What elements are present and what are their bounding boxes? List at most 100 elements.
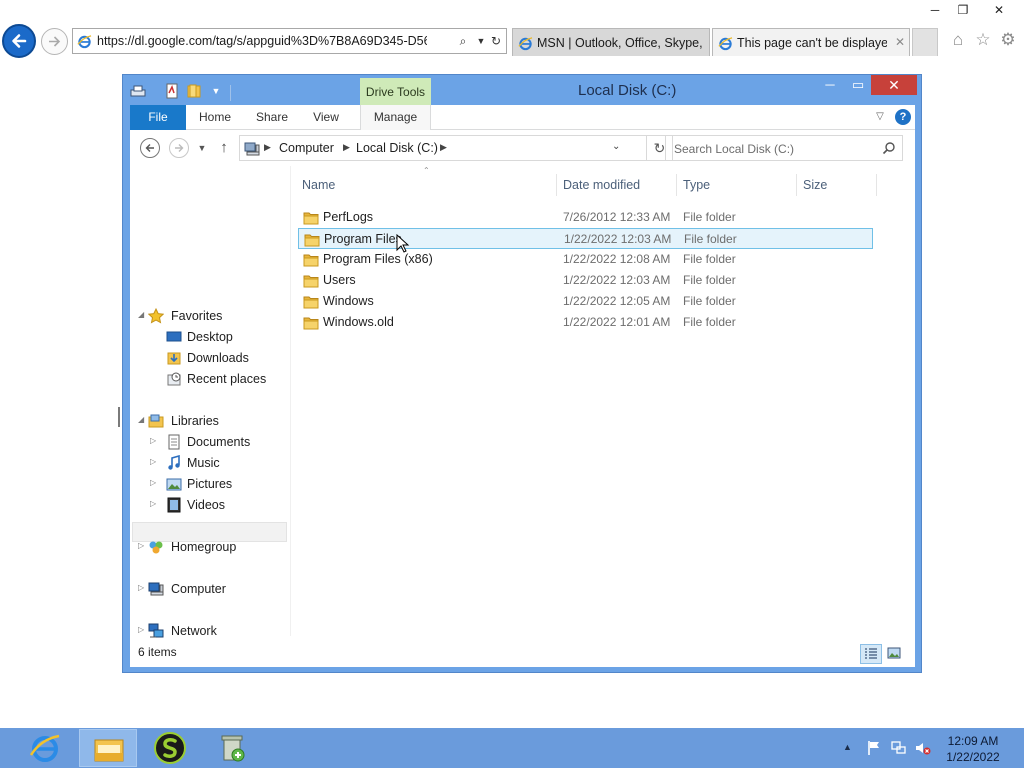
column-header-date-modified[interactable]: Date modified xyxy=(563,174,673,196)
expand-caret-icon[interactable]: ▷ xyxy=(150,478,156,487)
column-divider[interactable] xyxy=(876,174,877,196)
tab-file[interactable]: File xyxy=(130,105,186,130)
breadcrumb-local-disk[interactable]: Local Disk (C:) xyxy=(356,141,438,155)
tab-share[interactable]: Share xyxy=(248,105,296,130)
expand-ribbon-chevron-icon[interactable]: ▽ xyxy=(872,109,888,125)
customize-toolbar-dropdown[interactable]: ▼ xyxy=(208,83,224,99)
properties-icon[interactable] xyxy=(130,83,146,99)
chevron-down-icon[interactable]: ▼ xyxy=(473,33,489,49)
gear-icon[interactable]: ⚙ xyxy=(997,29,1019,51)
address-history-dropdown-icon[interactable]: ⌄ xyxy=(612,141,620,152)
file-row[interactable]: PerfLogs 7/26/2012 12:33 AM File folder xyxy=(298,207,873,228)
back-button[interactable] xyxy=(140,138,160,158)
search-box[interactable]: Search Local Disk (C:) xyxy=(665,135,903,161)
file-row[interactable]: Windows 1/22/2022 12:05 AM File folder xyxy=(298,291,873,312)
breadcrumb-computer[interactable]: Computer xyxy=(279,141,334,155)
expand-caret-icon[interactable]: ▷ xyxy=(138,583,144,592)
tab-manage[interactable]: Manage xyxy=(360,105,431,130)
videos-icon xyxy=(167,497,181,513)
file-date-modified: 1/22/2022 12:03 AM xyxy=(563,273,671,287)
window-minimize-button[interactable]: ─ xyxy=(817,75,843,95)
expand-caret-icon[interactable]: ▷ xyxy=(138,541,144,550)
file-row[interactable]: Windows.old 1/22/2022 12:01 AM File folder xyxy=(298,312,873,333)
file-date-modified: 1/22/2022 12:03 AM xyxy=(564,232,672,246)
expand-caret-icon[interactable]: ▷ xyxy=(150,457,156,466)
folder-icon xyxy=(303,296,319,309)
computer-icon xyxy=(244,142,260,156)
file-row[interactable]: Users 1/22/2022 12:03 AM File folder xyxy=(298,270,873,291)
address-breadcrumb-bar[interactable]: ▶ Computer ▶ Local Disk (C:) ▶ ⌄ xyxy=(239,135,647,161)
search-icon[interactable]: ⌕ xyxy=(455,33,471,49)
window-maximize-button[interactable]: ▭ xyxy=(845,75,871,95)
close-tab-icon[interactable]: ✕ xyxy=(893,35,907,49)
expand-caret-icon[interactable]: ▷ xyxy=(138,625,144,634)
column-header-type[interactable]: Type xyxy=(683,174,793,196)
column-divider[interactable] xyxy=(676,174,677,196)
forward-arrow-icon xyxy=(175,144,184,152)
browser-minimize-button[interactable]: ─ xyxy=(920,0,950,20)
column-header-name[interactable]: Name xyxy=(302,174,552,196)
search-icon[interactable] xyxy=(882,141,896,155)
tab-home[interactable]: Home xyxy=(192,105,238,130)
file-explorer-window: ▼ Drive Tools Local Disk (C:) ─ ▭ ✕ File… xyxy=(122,74,922,673)
browser-close-button[interactable]: ✕ xyxy=(984,0,1014,20)
breadcrumb-separator-icon[interactable]: ▶ xyxy=(343,142,350,153)
browser-tab-error[interactable]: This page can't be displayed ✕ xyxy=(712,28,910,56)
browser-forward-button[interactable] xyxy=(41,28,68,55)
large-icons-view-button[interactable] xyxy=(884,644,906,664)
new-tab-button[interactable] xyxy=(912,28,938,56)
expand-caret-icon[interactable]: ▷ xyxy=(150,436,156,445)
resize-edge xyxy=(118,407,120,427)
help-button[interactable]: ? xyxy=(895,109,911,125)
file-row[interactable]: Program Files 1/22/2022 12:03 AM File fold… xyxy=(298,228,873,249)
file-type: File folder xyxy=(683,294,736,308)
homegroup-icon xyxy=(149,541,163,554)
volume-muted-icon[interactable] xyxy=(915,740,931,756)
clock-date[interactable]: 1/22/2022 xyxy=(940,750,1006,764)
status-bar: 6 items xyxy=(130,636,915,667)
window-title: Local Disk (C:) xyxy=(578,82,677,99)
show-hidden-icons-chevron-icon[interactable]: ▲ xyxy=(843,742,852,752)
browser-tab-msn[interactable]: MSN | Outlook, Office, Skype, ... xyxy=(512,28,710,56)
collapse-caret-icon[interactable]: ◢ xyxy=(138,415,144,424)
browser-restore-button[interactable]: ❐ xyxy=(948,0,978,20)
favorites-star-icon[interactable]: ☆ xyxy=(972,29,994,51)
column-header-size[interactable]: Size xyxy=(803,174,873,196)
folder-icon xyxy=(304,234,320,247)
tab-view[interactable]: View xyxy=(306,105,346,130)
new-document-icon[interactable] xyxy=(164,83,180,99)
refresh-icon[interactable]: ↻ xyxy=(488,33,504,49)
network-status-icon[interactable] xyxy=(891,740,907,756)
breadcrumb-separator-icon[interactable]: ▶ xyxy=(440,142,447,153)
taskbar-file-explorer[interactable] xyxy=(79,729,137,767)
browser-url-text[interactable]: https://dl.google.com/tag/s/appguid%3D%7… xyxy=(97,34,427,48)
breadcrumb-separator-icon[interactable]: ▶ xyxy=(264,142,271,153)
column-divider[interactable] xyxy=(796,174,797,196)
details-view-button[interactable] xyxy=(860,644,882,664)
browser-address-bar[interactable]: https://dl.google.com/tag/s/appguid%3D%7… xyxy=(72,28,507,54)
taskbar-app[interactable] xyxy=(141,729,199,767)
collapse-caret-icon[interactable]: ◢ xyxy=(138,310,144,319)
downloads-icon xyxy=(167,352,181,365)
back-arrow-icon xyxy=(12,34,27,48)
recent-locations-chevron-icon[interactable]: ▼ xyxy=(196,140,208,156)
search-input[interactable]: Search Local Disk (C:) xyxy=(674,142,794,156)
new-folder-icon[interactable] xyxy=(186,83,202,99)
clock-time[interactable]: 12:09 AM xyxy=(940,734,1006,748)
libraries-icon xyxy=(148,414,164,428)
forward-button[interactable] xyxy=(169,138,189,158)
browser-back-button[interactable] xyxy=(2,24,36,58)
up-arrow-icon[interactable]: ↑ xyxy=(216,139,232,157)
column-divider[interactable] xyxy=(556,174,557,196)
file-name: Windows.old xyxy=(323,315,394,329)
taskbar-recycle-tool[interactable] xyxy=(203,729,261,767)
window-close-button[interactable]: ✕ xyxy=(871,75,917,95)
home-icon[interactable]: ⌂ xyxy=(947,29,969,51)
pane-splitter[interactable] xyxy=(290,166,291,636)
taskbar-internet-explorer[interactable] xyxy=(16,729,74,767)
file-row[interactable]: Program Files (x86) 1/22/2022 12:08 AM Fil… xyxy=(298,249,873,270)
star-icon xyxy=(148,308,164,324)
expand-caret-icon[interactable]: ▷ xyxy=(150,499,156,508)
file-name: Program Files (x86) xyxy=(323,252,433,266)
action-center-flag-icon[interactable] xyxy=(866,740,882,756)
